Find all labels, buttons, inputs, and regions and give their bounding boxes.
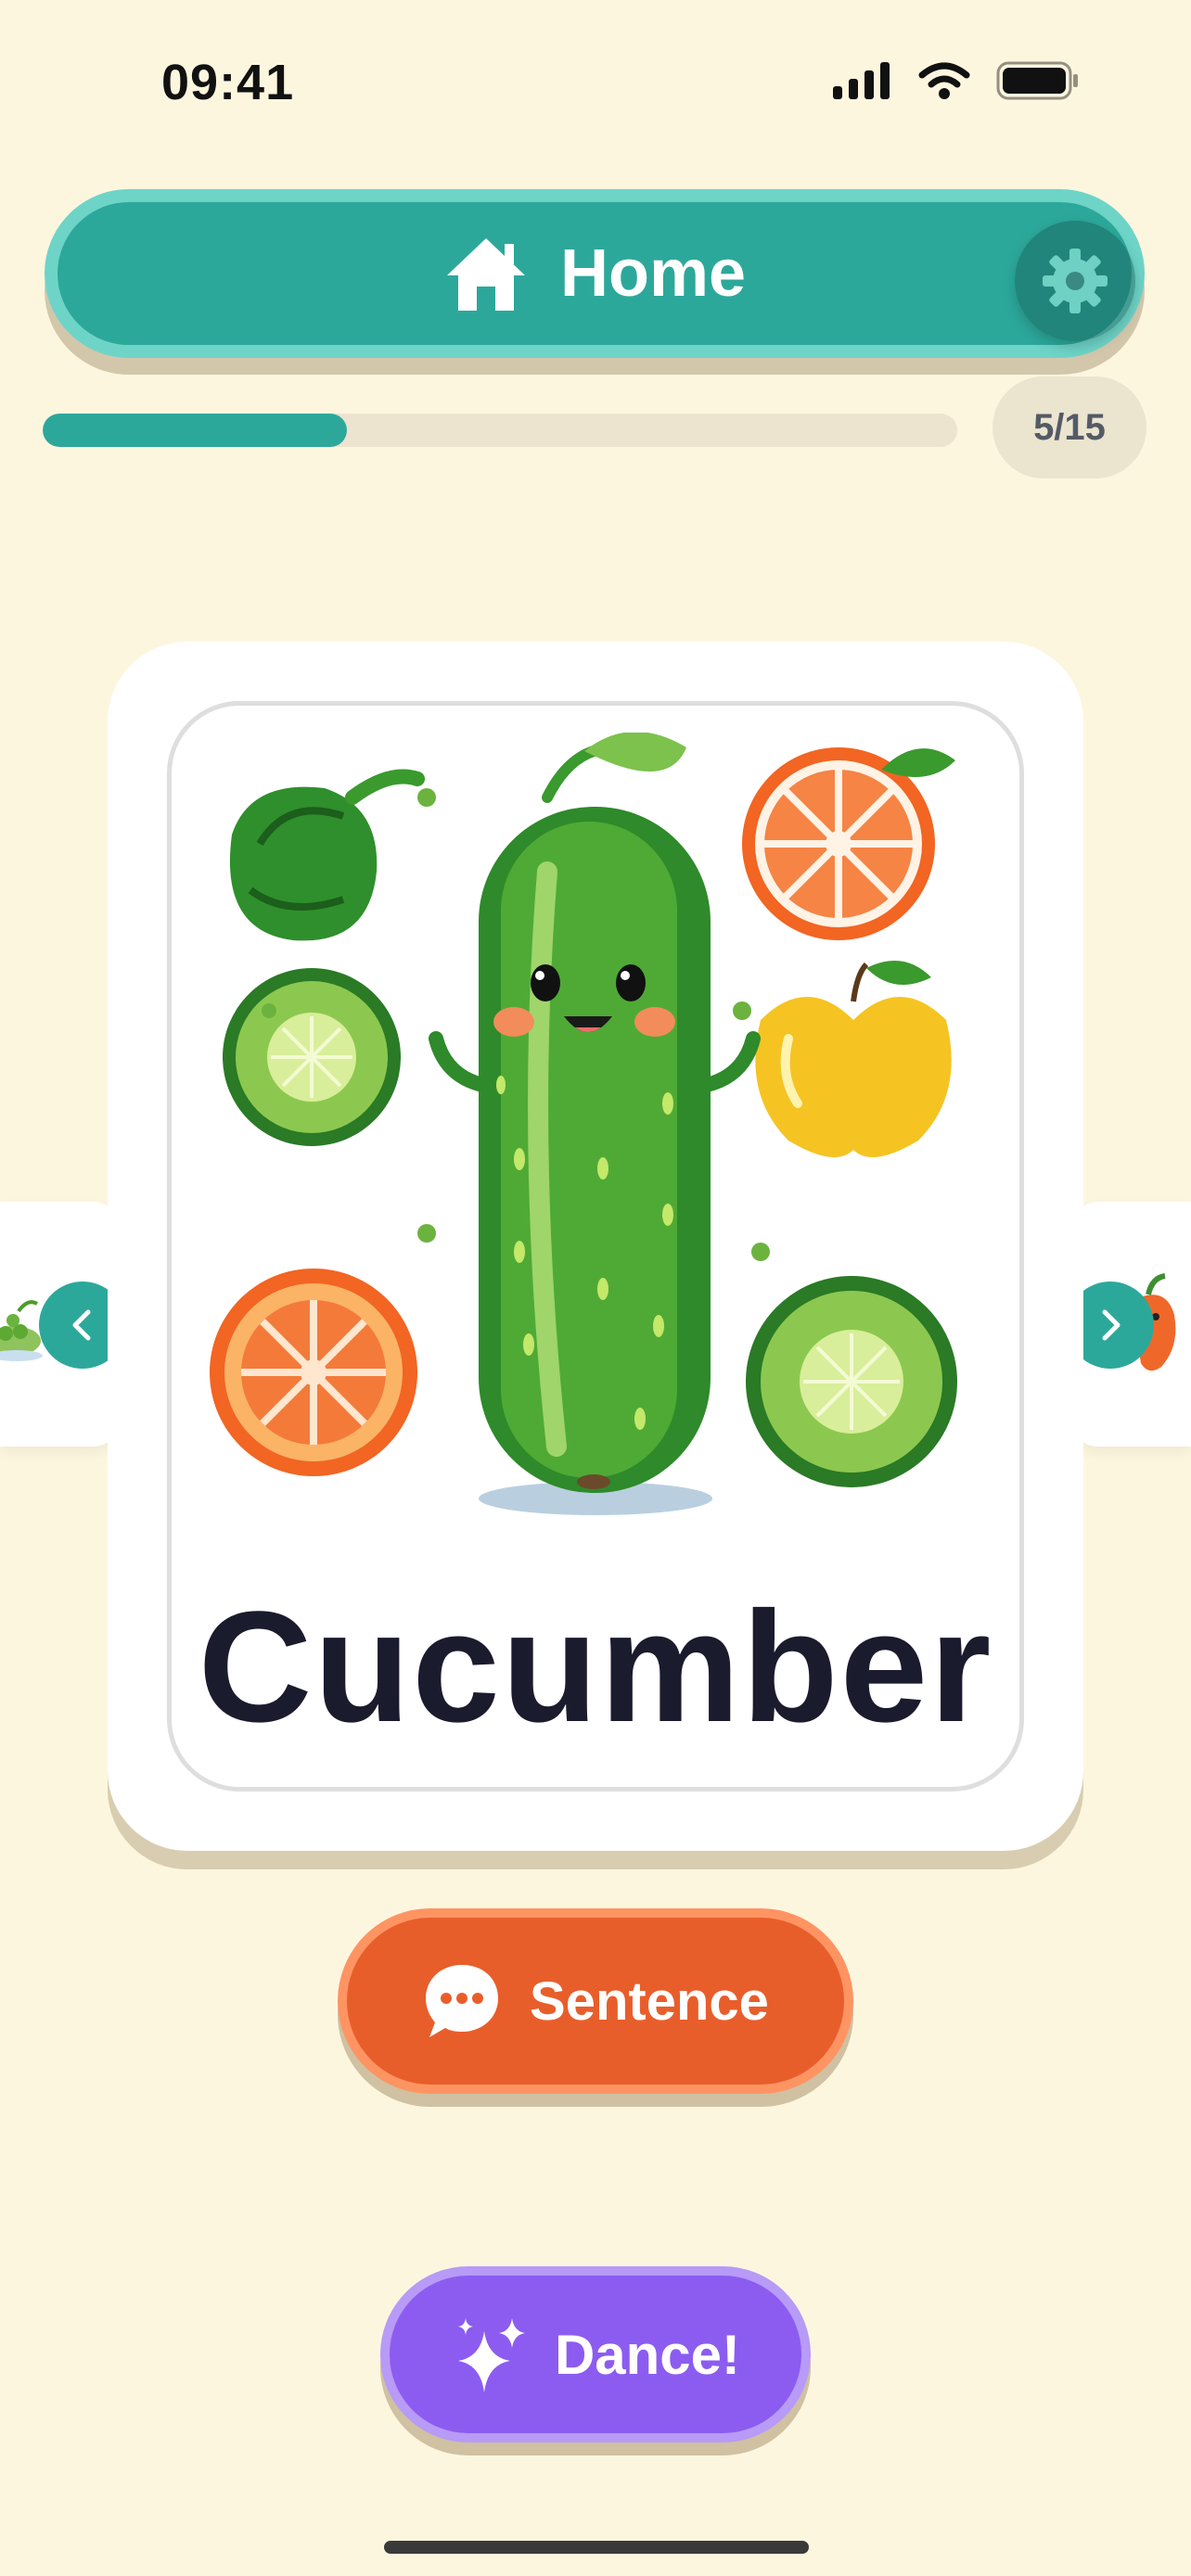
home-indicator	[384, 2541, 809, 2554]
home-label: Home	[559, 236, 747, 311]
chevron-right-icon	[1102, 1309, 1121, 1341]
gear-icon	[1043, 249, 1108, 313]
home-button[interactable]: Home	[45, 189, 1145, 358]
orange-slice-icon	[210, 1269, 417, 1476]
sparkles-icon	[457, 2318, 525, 2392]
cucumber-slice-icon	[746, 1276, 957, 1487]
dance-button[interactable]: Dance!	[380, 2266, 811, 2442]
status-icons	[833, 61, 1080, 100]
progress-bar	[43, 414, 957, 447]
progress-count: 5/15	[992, 376, 1146, 478]
green-pepper-icon	[229, 769, 425, 941]
dance-label: Dance!	[554, 2323, 741, 2386]
speech-bubble-icon	[426, 1965, 499, 2037]
home-button-content: Home	[58, 202, 1132, 345]
sentence-label: Sentence	[530, 1970, 769, 2032]
battery-icon	[996, 61, 1078, 100]
signal-icon	[833, 62, 890, 99]
sentence-button[interactable]: Sentence	[338, 1908, 853, 2094]
settings-button[interactable]	[1015, 221, 1135, 341]
yellow-apple-icon	[755, 961, 952, 1157]
status-time: 09:41	[161, 55, 295, 110]
cucumber-character-icon	[429, 733, 761, 1493]
house-icon	[446, 238, 525, 311]
cucumber-illustration	[210, 733, 957, 1515]
flashcard-word: Cucumber	[198, 1579, 993, 1755]
orange-slice-icon	[742, 747, 955, 940]
progress-fill	[43, 414, 348, 447]
wifi-icon	[918, 62, 970, 99]
chevron-left-icon	[72, 1309, 91, 1341]
cucumber-slice-icon	[223, 968, 401, 1146]
